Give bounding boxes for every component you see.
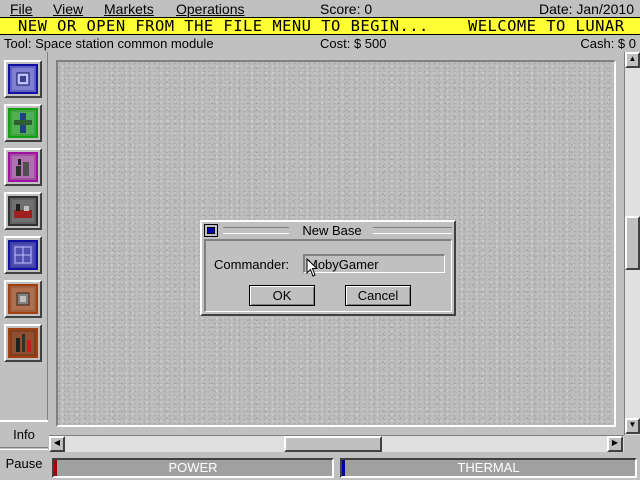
menu-view[interactable]: View [53,1,83,17]
menu-file-label: File [10,1,33,17]
commander-label: Commander: [214,257,290,272]
new-base-dialog: New Base Commander: OK Cancel [200,220,456,316]
scroll-up-arrow-icon[interactable]: ▲ [625,52,640,68]
mouse-pointer-icon [306,258,318,277]
date-display: Date: Jan/2010 [539,1,634,17]
scrollbar-corner [624,435,640,452]
thermal-gauge-fill [342,460,345,476]
menu-view-label: View [53,1,84,17]
cost-label: Cost: $ 500 [320,36,387,51]
gauge-bar: POWER THERMAL [49,452,640,480]
tool-palette [0,52,48,420]
menu-markets[interactable]: Markets [104,1,154,17]
tool-button-habitat-module[interactable] [4,148,42,186]
scroll-left-arrow-icon[interactable]: ◀ [49,436,65,452]
horizontal-scrollbar[interactable]: ◀ ▶ [49,435,624,452]
pause-button[interactable]: Pause [0,449,48,480]
tool-button-common-module[interactable] [4,60,42,98]
cash-label: Cash: $ 0 [580,36,636,51]
message-marquee: NEW OR OPEN FROM THE FILE MENU TO BEGIN.… [0,17,640,35]
score-display: Score: 0 [320,1,373,17]
dialog-body: Commander: OK Cancel [204,239,452,312]
cancel-button[interactable]: Cancel [345,285,411,306]
info-button[interactable]: Info [0,420,48,448]
power-gauge-label: POWER [168,460,218,475]
connector-module-icon [8,108,38,138]
dialog-title: New Base [302,223,362,238]
tool-button-connector-module[interactable] [4,104,42,142]
horizontal-scroll-thumb[interactable] [284,436,382,452]
ok-button[interactable]: OK [249,285,315,306]
tool-button-solar-array[interactable] [4,236,42,274]
scroll-down-arrow-icon[interactable]: ▼ [625,418,640,434]
solar-array-icon [8,240,38,270]
factory-module-icon [8,196,38,226]
marquee-text: NEW OR OPEN FROM THE FILE MENU TO BEGIN.… [18,17,625,35]
title-bar-decoration-left [223,227,289,234]
menu-bar: File View Markets Operations Score: 0 Da… [0,0,640,17]
mining-module-icon [8,284,38,314]
tool-button-mining-module[interactable] [4,280,42,318]
launch-pad-icon [8,328,38,358]
menu-markets-label: Markets [104,1,154,17]
thermal-gauge: THERMAL [340,458,637,478]
scroll-right-arrow-icon[interactable]: ▶ [607,436,623,452]
thermal-gauge-label: THERMAL [457,460,520,475]
status-line: Tool: Space station common module Cost: … [0,35,640,52]
vertical-scrollbar[interactable]: ▲ ▼ [624,52,640,435]
menu-file[interactable]: File [10,1,33,17]
current-tool-label: Tool: Space station common module [4,36,214,51]
title-bar-decoration-right [373,227,452,234]
menu-operations-label: Operations [176,1,245,17]
habitat-module-icon [8,152,38,182]
tool-button-factory-module[interactable] [4,192,42,230]
dialog-title-bar[interactable]: New Base [204,223,452,239]
system-menu-icon[interactable] [204,224,218,237]
commander-name-input[interactable] [303,254,445,273]
vertical-scroll-thumb[interactable] [625,216,640,270]
common-module-icon [8,64,38,94]
menu-operations[interactable]: Operations [176,1,244,17]
power-gauge: POWER [52,458,334,478]
tool-button-launch-pad[interactable] [4,324,42,362]
power-gauge-fill [54,460,57,476]
